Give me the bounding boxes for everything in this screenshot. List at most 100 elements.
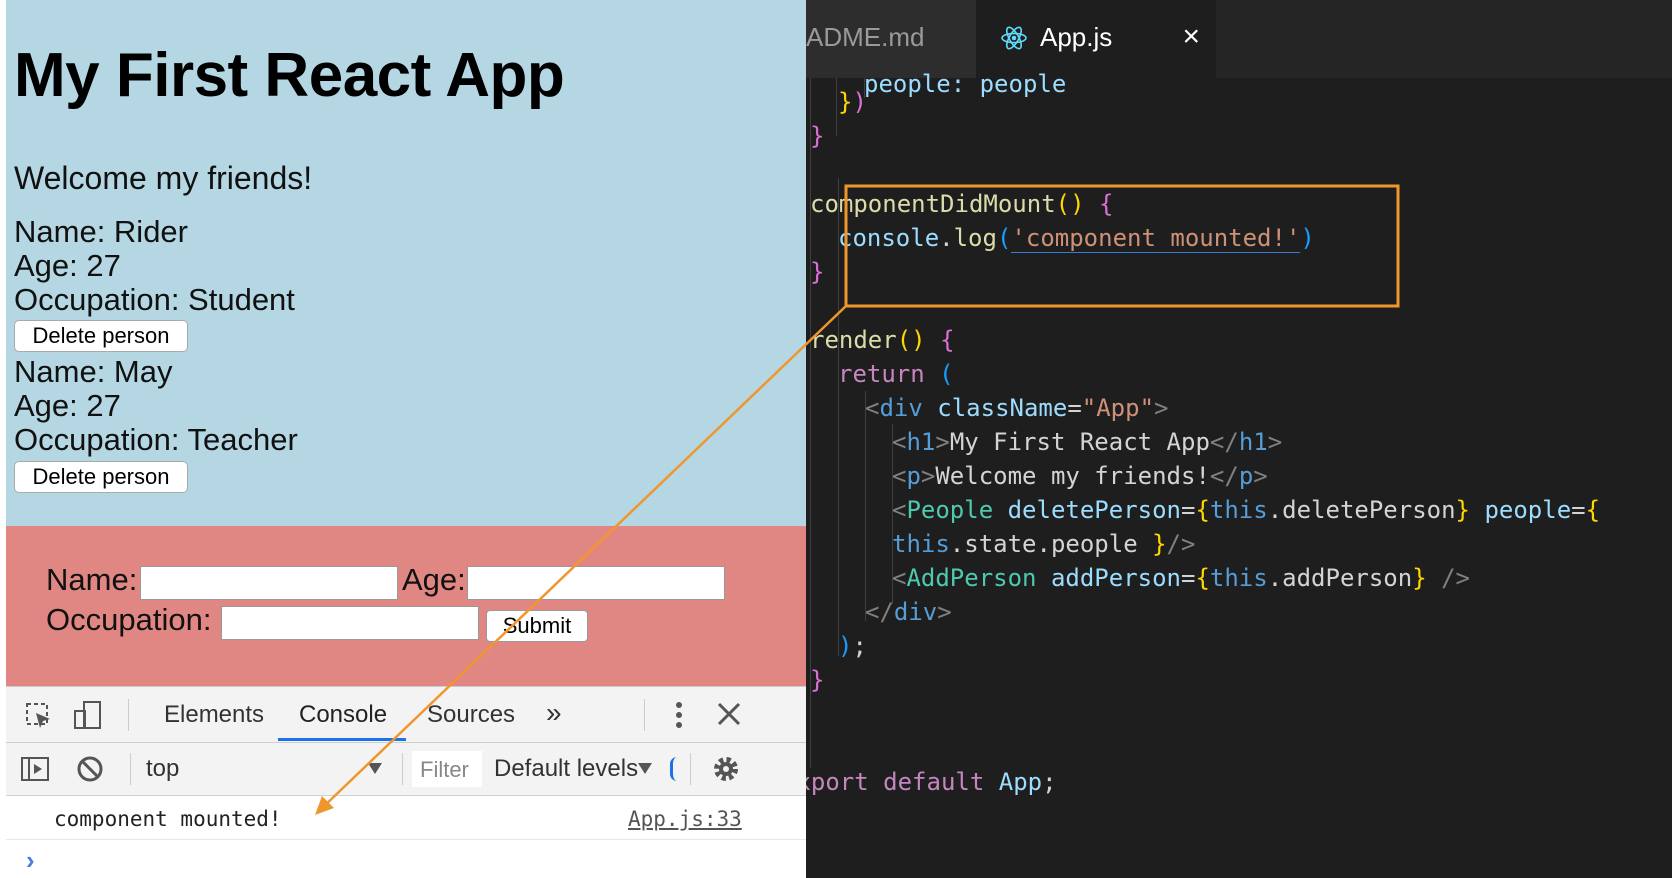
tab-console[interactable]: Console: [299, 701, 387, 729]
name-input[interactable]: [140, 566, 398, 600]
code-token: render: [810, 326, 897, 354]
delete-person-button[interactable]: Delete person: [14, 461, 188, 493]
code-line: <p>Welcome my friends!</p>: [892, 462, 1268, 490]
toolbar-divider: [128, 699, 129, 731]
filter-placeholder: Filter: [420, 757, 469, 782]
indent-guide: [836, 78, 837, 136]
sidebar-toggle-icon[interactable]: [20, 755, 50, 788]
code-line: return (: [838, 360, 954, 388]
occupation-label: Occupation:: [46, 602, 212, 637]
inspect-element-icon[interactable]: [24, 701, 54, 736]
code-line: export default App;: [806, 764, 1057, 800]
code-token: h1: [906, 428, 936, 456]
code-line: componentDidMount() {: [810, 190, 1114, 218]
code-token: Welcome my friends!: [935, 462, 1210, 490]
code-token: default: [883, 768, 985, 796]
kebab-menu-icon[interactable]: [671, 699, 687, 736]
active-tab-indicator: [278, 738, 406, 741]
welcome-text: Welcome my friends!: [14, 160, 313, 196]
person-occupation: Occupation: Teacher: [14, 422, 298, 457]
code-line: <div className="App">: [865, 394, 1169, 422]
filter-input-box[interactable]: Filter: [412, 751, 482, 787]
person-name: Name: Rider: [14, 214, 188, 249]
code-area: people: people }) } componentDidMount() …: [806, 70, 1672, 878]
code-line: </div>: [865, 598, 952, 626]
toolbar-divider: [130, 753, 131, 785]
code-editor: ADME.md App.js × people: people }) } com…: [806, 0, 1672, 878]
console-divider: [6, 839, 806, 840]
code-token: addPerson: [1050, 564, 1181, 592]
console-toolbar: top Filter Default levels: [6, 743, 806, 796]
browser-pane: My First React App Welcome my friends! N…: [0, 0, 806, 878]
app-top-section: My First React App Welcome my friends! N…: [6, 0, 806, 526]
code-token: My First React App: [949, 428, 1210, 456]
toolbar-divider: [644, 699, 645, 731]
code-line: console.log('component mounted!'): [838, 224, 1315, 253]
age-input[interactable]: [467, 566, 725, 600]
code-token: componentDidMount: [810, 190, 1056, 218]
code-token: AddPerson: [906, 564, 1037, 592]
code-line: people: people: [864, 66, 1066, 102]
close-icon[interactable]: [714, 699, 744, 734]
code-token: addPerson: [1282, 564, 1413, 592]
code-token: export: [806, 768, 869, 796]
devtools-tabbar: Elements Console Sources »: [6, 687, 806, 743]
device-toolbar-icon[interactable]: [72, 699, 104, 736]
code-token: this: [1209, 496, 1268, 524]
code-token: "App": [1081, 394, 1155, 422]
code-line: render() {: [810, 326, 955, 354]
app-title: My First React App: [14, 41, 565, 110]
log-source-link[interactable]: App.js:33: [628, 807, 742, 831]
toolbar-divider: [402, 753, 403, 785]
code-token: 'component mounted!': [1011, 224, 1301, 253]
code-token: p: [906, 462, 921, 490]
tab-elements[interactable]: Elements: [164, 701, 264, 729]
log-levels-select[interactable]: Default levels: [494, 755, 638, 783]
code-token: return: [838, 360, 925, 388]
code-line: }: [810, 118, 824, 154]
add-person-form: Name: Age: Occupation: Submit: [6, 526, 806, 686]
code-line: this.state.people }/>: [892, 530, 1196, 558]
toolbar-divider: [690, 753, 691, 785]
context-select[interactable]: top: [146, 755, 179, 783]
hidden-messages-indicator: [670, 757, 677, 781]
code-token: log: [953, 224, 997, 252]
code-line: }: [810, 258, 825, 286]
devtools-panel: Elements Console Sources » top Filter De…: [6, 686, 806, 878]
code-token: people: people: [864, 70, 1067, 98]
submit-button[interactable]: Submit: [486, 610, 588, 642]
person-occupation: Occupation: Student: [14, 282, 295, 317]
code-token: deletePerson: [1007, 496, 1181, 524]
person-age: Age: 27: [14, 388, 121, 423]
close-icon[interactable]: ×: [1182, 20, 1200, 54]
code-token: }: [810, 122, 825, 150]
code-token: console: [838, 224, 940, 252]
code-token: People: [906, 496, 994, 524]
occupation-input[interactable]: [221, 606, 479, 640]
code-line: );: [838, 632, 867, 660]
tab-label: ADME.md: [806, 22, 925, 52]
code-token: deletePerson: [1282, 496, 1456, 524]
console-log-message: component mounted!: [54, 807, 282, 831]
age-label: Age:: [402, 562, 466, 597]
tab-sources[interactable]: Sources: [427, 701, 515, 729]
name-label: Name:: [46, 562, 138, 597]
tab-label: App.js: [1040, 22, 1113, 52]
clear-console-icon[interactable]: [76, 755, 104, 788]
gear-icon[interactable]: [710, 753, 742, 790]
code-line: <AddPerson addPerson={this.addPerson} />: [892, 564, 1471, 592]
code-line: <People deletePerson={this.deletePerson}…: [892, 496, 1601, 524]
chevron-down-icon[interactable]: [366, 759, 384, 782]
code-token: people: [1484, 496, 1572, 524]
delete-person-button[interactable]: Delete person: [14, 320, 188, 352]
person-name: Name: May: [14, 354, 173, 389]
console-prompt-icon[interactable]: ›: [26, 845, 35, 876]
chevron-down-icon[interactable]: [636, 759, 654, 782]
code-token: App: [998, 768, 1043, 796]
code-token: div: [879, 394, 923, 422]
code-line: }): [838, 88, 867, 116]
code-line: <h1>My First React App</h1>: [892, 428, 1283, 456]
code-token: state.people: [964, 530, 1138, 558]
indent-guide: [838, 356, 839, 656]
more-tabs-button[interactable]: »: [546, 697, 562, 729]
